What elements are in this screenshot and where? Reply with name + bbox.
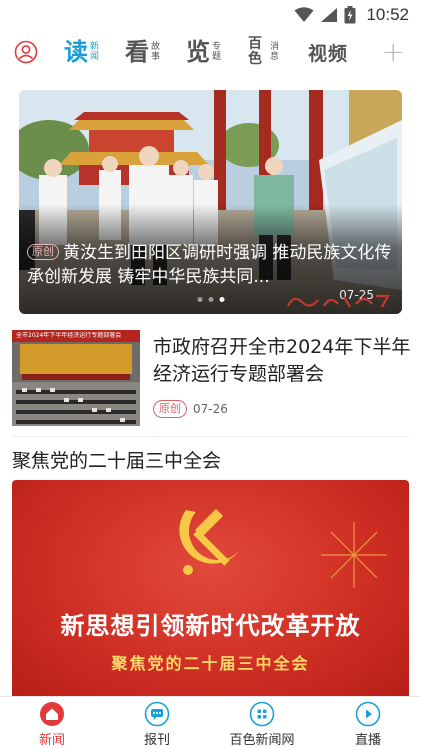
carousel-title: 黄汝生到田阳区调研时强调 推动民族文化传承创新发展 铸牢中华民族共同...	[27, 243, 392, 287]
firework-decoration	[321, 522, 387, 588]
bottom-tab-label: 百色新闻网	[229, 733, 295, 748]
play-icon	[355, 701, 381, 727]
tab-label: 看	[125, 37, 149, 66]
banner-headline: 新思想引领新时代改革开放	[60, 611, 361, 640]
status-bar: 10:52	[0, 0, 421, 30]
tab-sublabel: 消	[270, 42, 280, 52]
carousel-dot-active[interactable]	[219, 297, 224, 302]
tab-sublabel: 题	[212, 52, 222, 62]
tab-baise-news[interactable]: 百色 消息	[248, 34, 279, 70]
tab-sublabel: 新	[90, 42, 100, 52]
bottom-tab-news[interactable]: 新闻	[12, 701, 92, 748]
bottom-tab-newspaper[interactable]: 报刊	[117, 701, 197, 748]
bottom-tab-label: 直播	[354, 733, 381, 748]
bottom-tab-label: 报刊	[143, 733, 170, 748]
clock: 10:52	[366, 5, 409, 24]
bottom-tab-label: 新闻	[38, 733, 65, 748]
thumbnail-banner-text: 全市2024年下半年经济运行专题部署会	[16, 332, 122, 339]
tab-sublabel: 息	[270, 52, 280, 62]
add-channel-button[interactable]: +	[382, 38, 405, 66]
tab-label: 览	[186, 37, 210, 66]
tab-label: 百色	[248, 36, 262, 67]
home-icon	[40, 702, 64, 726]
tab-browse-topics[interactable]: 览 专题	[186, 34, 221, 70]
carousel-indicator	[197, 297, 224, 302]
divider	[12, 436, 409, 437]
news-meta: 原创 07-26	[153, 400, 228, 418]
carousel-caption: 原创 黄汝生到田阳区调研时强调 推动民族文化传承创新发展 铸牢中华民族共同...	[27, 241, 392, 289]
list-item[interactable]: 全市2024年下半年经济运行专题部署会 市政府召开全市2024年下半年经济运行专…	[12, 330, 410, 430]
bottom-nav: 新闻 报刊 百色新闻网 直播	[0, 696, 421, 748]
signal-icon	[321, 8, 338, 22]
chat-icon	[144, 701, 170, 727]
news-thumbnail	[12, 330, 140, 426]
feature-banner[interactable]: 新思想引领新时代改革开放 聚焦党的二十届三中全会	[12, 480, 409, 700]
tab-sublabel: 闻	[90, 52, 100, 62]
user-icon[interactable]	[14, 40, 38, 64]
carousel-dot[interactable]	[208, 297, 213, 302]
bottom-tab-baise-news-site[interactable]: 百色新闻网	[222, 701, 302, 748]
top-nav: 读 新闻 看 故事 览 专题 百色 消息 视频 +	[0, 30, 421, 74]
tab-sublabel: 专	[212, 42, 222, 52]
tab-sublabel: 故	[151, 42, 161, 52]
section-title[interactable]: 聚焦党的二十届三中全会	[12, 446, 221, 473]
tab-watch-story[interactable]: 看 故事	[125, 34, 160, 70]
battery-icon	[344, 6, 356, 24]
bottom-tab-live[interactable]: 直播	[328, 701, 408, 748]
tab-sublabel: 事	[151, 52, 161, 62]
tab-read-news[interactable]: 读 新闻	[64, 34, 99, 70]
hammer-sickle-icon	[179, 509, 240, 575]
tab-video[interactable]: 视频	[308, 34, 348, 70]
headline-carousel[interactable]: 原创 黄汝生到田阳区调研时强调 推动民族文化传承创新发展 铸牢中华民族共同... …	[19, 90, 402, 314]
original-badge: 原创	[27, 244, 59, 260]
news-title: 市政府召开全市2024年下半年经济运行专题部署会	[153, 336, 411, 385]
tab-label: 视频	[308, 42, 349, 65]
newspaper-logo-watermark	[287, 294, 390, 308]
wifi-icon	[294, 7, 314, 22]
news-date: 07-26	[193, 402, 228, 416]
tab-label: 读	[64, 37, 88, 66]
original-badge: 原创	[153, 400, 187, 418]
grid-icon	[249, 701, 275, 727]
banner-subheadline: 聚焦党的二十届三中全会	[111, 654, 310, 673]
carousel-dot[interactable]	[197, 297, 202, 302]
